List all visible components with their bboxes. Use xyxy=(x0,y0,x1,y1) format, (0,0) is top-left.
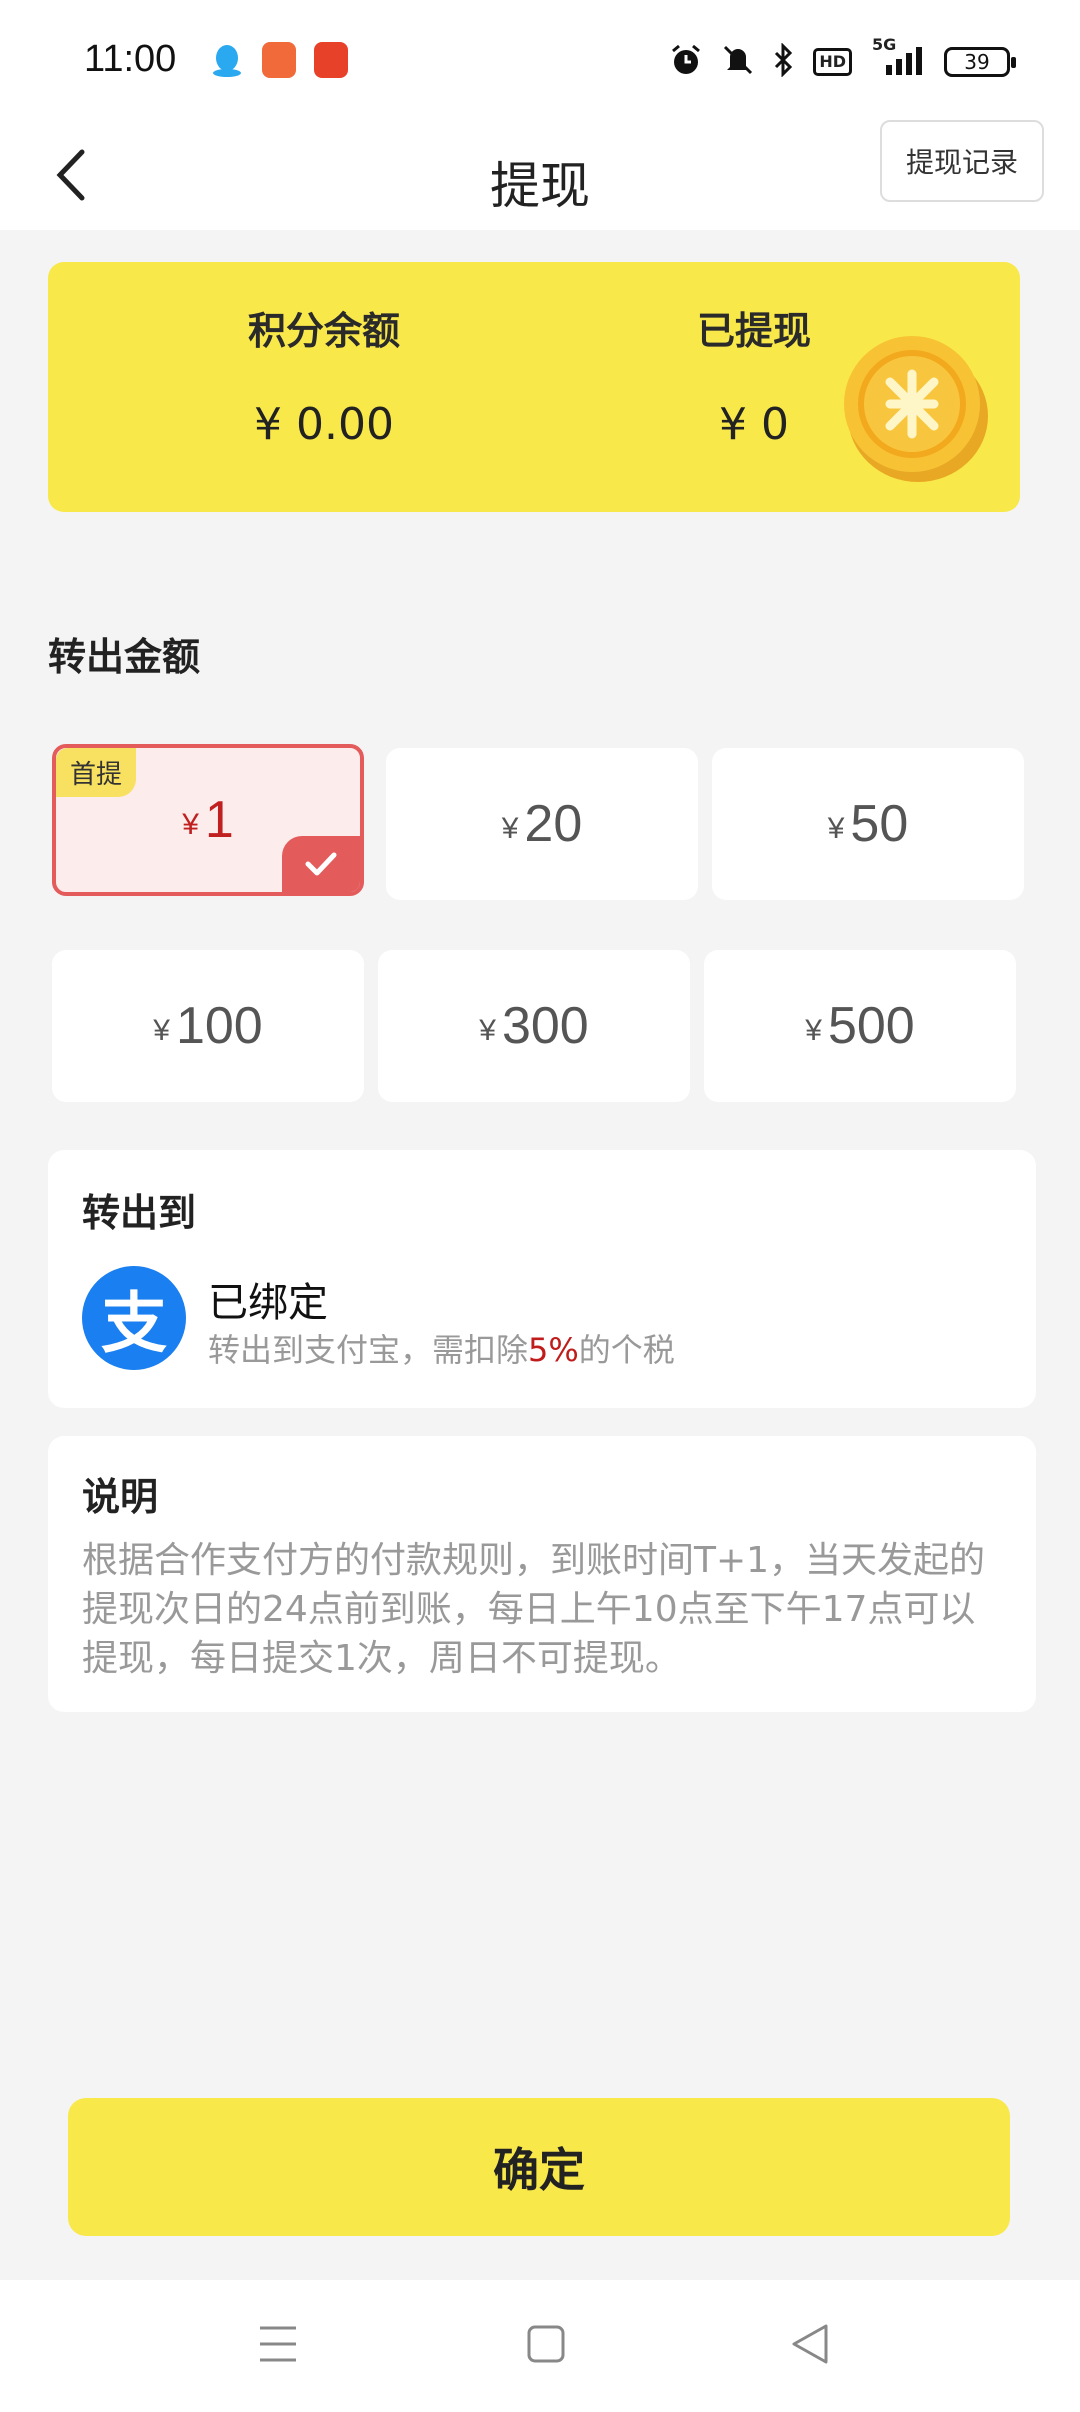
amount-option-300[interactable]: ¥ 300 xyxy=(378,950,690,1102)
currency-symbol: ¥ xyxy=(501,812,519,845)
currency-symbol: ¥ xyxy=(182,808,199,841)
transfer-to-card[interactable]: 转出到 支 已绑定 转出到支付宝，需扣除5%的个税 xyxy=(48,1150,1036,1408)
tax-rate: 5% xyxy=(528,1331,579,1369)
amount-option-1[interactable]: 首提 ¥ 1 xyxy=(52,744,364,896)
amount-value: 1 xyxy=(204,791,234,849)
points-label: 积分余额 xyxy=(247,309,400,353)
alipay-icon: 支 xyxy=(82,1266,186,1370)
amount-value: 100 xyxy=(175,997,263,1055)
amount-value: 20 xyxy=(524,795,583,853)
hd-icon: HD xyxy=(813,48,852,76)
nav-bar: 提现 提现记录 xyxy=(0,120,1080,230)
currency-symbol: ¥ xyxy=(827,812,845,845)
confirm-button[interactable]: 确定 xyxy=(68,2098,1010,2236)
currency-symbol: ¥ xyxy=(479,1014,496,1047)
shop-app-icon xyxy=(262,42,296,78)
withdraw-record-button[interactable]: 提现记录 xyxy=(880,120,1044,202)
amount-option-20[interactable]: ¥ 20 xyxy=(386,748,698,900)
points-balance: 积分余额 ¥ 0.00 xyxy=(174,300,474,450)
back-nav-icon[interactable] xyxy=(790,2322,830,2370)
currency-symbol: ¥ xyxy=(805,1014,822,1047)
tax-note: 转出到支付宝，需扣除5%的个税 xyxy=(208,1331,675,1369)
points-value: ¥ 0.00 xyxy=(254,399,394,450)
amount-option-100[interactable]: ¥ 100 xyxy=(52,950,364,1102)
amount-option-500[interactable]: ¥ 500 xyxy=(704,950,1016,1102)
amount-value: 300 xyxy=(501,997,589,1055)
balance-card: 积分余额 ¥ 0.00 已提现 ¥ 0 xyxy=(48,262,1020,512)
description-title: 说明 xyxy=(82,1475,159,1519)
qq-app-icon xyxy=(210,42,244,78)
alarm-icon xyxy=(669,43,703,81)
status-bar: 11:00 HD 5G 39 xyxy=(0,0,1080,120)
binding-status: 已绑定 xyxy=(208,1280,328,1326)
bluetooth-icon xyxy=(773,42,795,81)
amount-value: 50 xyxy=(850,795,909,853)
battery-icon: 39 xyxy=(944,47,1016,77)
description-card: 说明 根据合作支付方的付款规则，到账时间T+1，当天发起的提现次日的24点前到账… xyxy=(48,1436,1036,1712)
transfer-to-title: 转出到 xyxy=(82,1191,197,1235)
signal-5g-icon: 5G xyxy=(870,35,926,81)
description-text: 根据合作支付方的付款规则，到账时间T+1，当天发起的提现次日的24点前到账，每日… xyxy=(82,1540,986,1679)
menu-icon[interactable] xyxy=(258,2322,298,2370)
amount-option-50[interactable]: ¥ 50 xyxy=(712,748,1024,900)
coin-icon xyxy=(844,336,988,482)
amount-section-title: 转出金额 xyxy=(48,635,201,679)
status-time: 11:00 xyxy=(84,38,177,80)
home-icon[interactable] xyxy=(526,2322,566,2370)
first-withdraw-badge: 首提 xyxy=(56,748,137,797)
amount-value: 500 xyxy=(827,997,915,1055)
mute-icon xyxy=(721,43,755,81)
currency-symbol: ¥ xyxy=(153,1014,170,1047)
checkmark-icon xyxy=(282,836,360,892)
system-nav-bar xyxy=(0,2280,1080,2412)
listen-app-icon xyxy=(314,42,348,78)
